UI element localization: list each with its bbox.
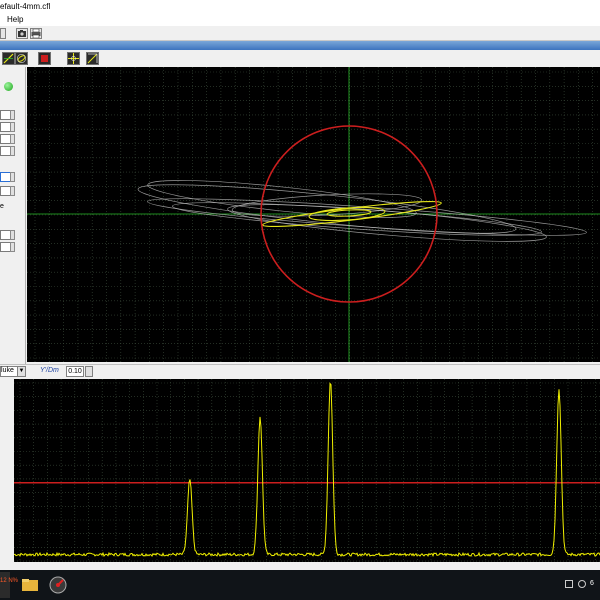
file-explorer-icon[interactable] <box>20 575 40 595</box>
menu-bar <box>0 14 600 26</box>
ratio-input[interactable]: 0.10 <box>66 366 84 377</box>
zoom-icon[interactable] <box>86 52 99 65</box>
x-gain-spin-arrow[interactable] <box>10 172 15 182</box>
window-title: efault-4mm.cfl <box>0 2 51 11</box>
ratio-label: Y'/Dm <box>40 367 59 374</box>
tray-icon[interactable] <box>565 580 573 588</box>
lower-left-panel <box>0 379 14 562</box>
lp-filter-spin-arrow[interactable] <box>10 242 15 252</box>
taskbar <box>0 570 600 600</box>
printer-icon[interactable] <box>30 28 42 39</box>
impedance-plane-svg <box>27 67 600 362</box>
time-base-plot[interactable] <box>14 379 600 562</box>
y-gain-spin-arrow[interactable] <box>10 186 15 196</box>
trace-select-value: luke <box>1 367 14 374</box>
config-icon[interactable] <box>0 28 6 39</box>
filter-spin-arrow[interactable] <box>10 146 15 156</box>
impedance-plane-plot[interactable] <box>27 67 600 362</box>
app-icon[interactable] <box>48 575 68 595</box>
main-toolbar <box>0 26 600 41</box>
stop-icon[interactable] <box>38 52 51 65</box>
camera-icon[interactable] <box>16 28 28 39</box>
phase-spin-arrow[interactable] <box>10 122 15 132</box>
side-label: e <box>0 203 4 210</box>
frequency-spin-arrow[interactable] <box>10 134 15 144</box>
xy-view-icon[interactable] <box>2 52 15 65</box>
lissajous-icon[interactable] <box>15 52 28 65</box>
chevron-down-icon[interactable]: ▼ <box>17 367 25 376</box>
lissajous-traces <box>137 180 587 242</box>
start-button[interactable] <box>0 572 10 598</box>
lissajous-trace <box>227 204 547 242</box>
time-grid <box>14 379 600 562</box>
tray-clock: 6 <box>590 580 594 587</box>
status-led-icon <box>4 82 13 91</box>
volume-icon[interactable] <box>578 580 586 588</box>
xy-grid <box>27 67 600 362</box>
grid-icon[interactable] <box>67 52 80 65</box>
gain-spin-arrow[interactable] <box>10 110 15 120</box>
time-base-svg <box>14 379 600 562</box>
ratio-spin-arrow[interactable] <box>85 366 93 377</box>
menu-item-help[interactable]: Help <box>7 15 23 24</box>
pane-header <box>0 41 600 50</box>
hp-filter-spin-arrow[interactable] <box>10 230 15 240</box>
start-badge: 12 N% <box>0 578 19 584</box>
title-bar <box>0 0 600 14</box>
